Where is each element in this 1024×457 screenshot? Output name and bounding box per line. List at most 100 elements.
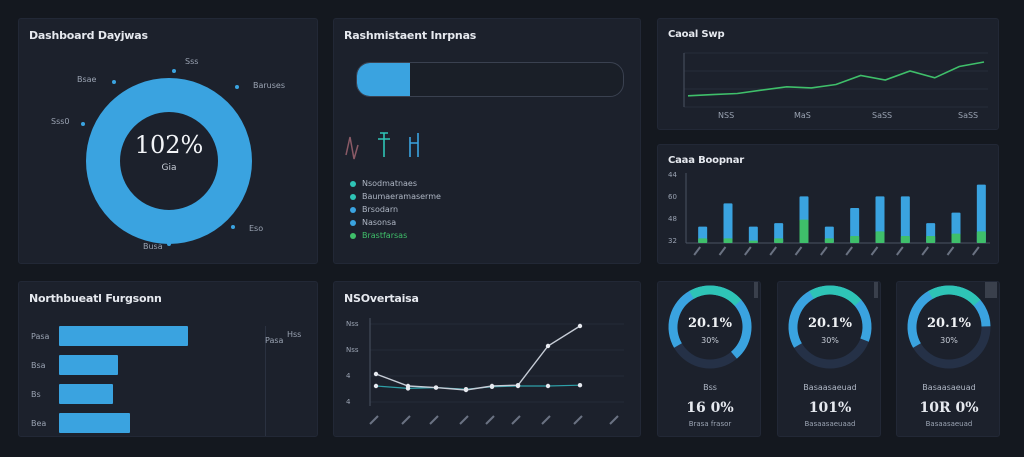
gauge-value: 20.1% [687, 316, 732, 331]
legend-label: Baumaeramaserme [362, 192, 441, 201]
bar-green [723, 238, 733, 243]
donut-center-sub: Gia [161, 163, 177, 173]
line-series-dark-point [373, 371, 379, 377]
bar-green [850, 236, 860, 243]
bar-green [698, 238, 708, 243]
hbar-label: Bea [31, 419, 47, 428]
bar-x-tick-mark [946, 246, 955, 256]
legend-label: Nsodmatnaes [362, 179, 418, 188]
bars-panel: Caaa Boopnar 44 60 48 32 [657, 144, 999, 264]
spark-panel: Caoal Swp NSS MaS SaSS SaSS [657, 18, 999, 130]
line-series-dark-point [463, 387, 469, 393]
bar-green [748, 240, 758, 243]
donut-label-1: Bsae [77, 75, 97, 84]
bars-y-label: 60 [668, 193, 677, 201]
legend-item: Baumaeramaserme [350, 190, 441, 203]
legend-item: Brastfarsas [350, 229, 441, 242]
legend-dot [350, 219, 356, 226]
gauge-big: 16 0% [686, 400, 734, 416]
gauge-label: Bss [703, 383, 717, 392]
gauge-corner-tab [985, 282, 997, 298]
bar-x-tick-mark [896, 246, 904, 256]
dot-2 [172, 69, 176, 73]
gauge-panel: 20.1% 30% Bss 16 0% Brasa frasor [657, 281, 761, 437]
line-x-tick-mark [573, 415, 583, 425]
line-panel: NSOvertaisa Nss Nss 4 4 [333, 281, 641, 437]
legend-item: Nsodmatnaes [350, 177, 441, 190]
donut-label-3: Baruses [253, 81, 286, 90]
legend: Nsodmatnaes Baumaeramaserme Brsodarn Nasons… [350, 177, 441, 242]
bars-chart: 44 60 48 32 [668, 171, 990, 256]
line-x-tick-mark [511, 415, 521, 425]
donut-label-6: Busa [143, 242, 163, 251]
spark-x-label-3: SaSS [872, 111, 893, 120]
bar-green [799, 219, 809, 243]
bar-blue [748, 226, 758, 243]
bar-green [875, 231, 885, 243]
bar-x-tick-mark [921, 246, 929, 256]
hbar-panel-title: Northbueatl Furgsonn [29, 292, 162, 305]
dot-6 [167, 242, 171, 246]
hbar-bar [59, 413, 131, 433]
line-x-tick-mark [485, 415, 495, 425]
donut-label-5: Eso [249, 224, 264, 233]
dot-5 [231, 225, 235, 229]
gauge-sub: 30% [940, 336, 958, 345]
bar-green [824, 238, 834, 243]
line-chart: Nss Nss 4 4 [346, 318, 624, 425]
legend-label: Nasonsa [362, 218, 397, 227]
line-x-tick-mark [541, 415, 551, 425]
line-series-dark-point [515, 383, 521, 388]
hbar-label: Bsa [31, 361, 46, 370]
line-series-light-point [577, 383, 583, 388]
legend-label: Brastfarsas [362, 231, 408, 240]
bar-x-tick-mark [744, 246, 752, 256]
line-y-label: Nss [346, 320, 359, 328]
legend-item: Brsodarn [350, 203, 441, 216]
gauge-big: 10R 0% [919, 400, 979, 416]
bar-x-tick-mark [972, 246, 980, 256]
gauge-value: 20.1% [807, 316, 852, 331]
dot-4 [81, 122, 85, 126]
donut-label-2: Sss [185, 57, 199, 66]
line-series-light-point [373, 383, 379, 389]
figure-icon-teal [378, 132, 390, 157]
bar-x-tick-mark [769, 246, 777, 256]
donut-center-value: 102% [134, 131, 204, 159]
gauge-sub: 30% [701, 336, 719, 345]
line-x-tick-mark [401, 415, 411, 425]
gauge-big: 101% [808, 400, 852, 416]
bar-x-tick-mark [718, 246, 727, 256]
spark-x-label-2: MaS [794, 111, 811, 120]
hbar-bar [59, 384, 114, 404]
bar-green [900, 236, 910, 243]
gauge-caption: Basaasaeuad [925, 420, 973, 428]
gauge-caption: Basaasaeuaad [804, 420, 856, 428]
hbar-side-label-1: Pasa [265, 336, 284, 345]
line-series-dark-point [405, 383, 411, 389]
line-series-dark-point [489, 383, 495, 389]
bar-green [951, 233, 961, 243]
bar-x-tick-mark [845, 246, 853, 256]
legend-dot [350, 193, 356, 200]
pulse-icon [345, 136, 359, 160]
gauge-value: 20.1% [926, 316, 971, 331]
bar-green [976, 231, 986, 243]
line-x-tick-mark [609, 415, 619, 425]
gauge-label: Basaasaeuad [803, 383, 857, 392]
hbar-side-label-2: Hss [287, 330, 302, 339]
legend-item: Nasonsa [350, 216, 441, 229]
bar-x-tick-mark [870, 246, 879, 256]
hbar-bar [59, 326, 188, 346]
spark-x-label-1: NSS [718, 111, 735, 120]
line-series-dark-point [577, 323, 583, 329]
bar-x-tick-mark [794, 246, 803, 256]
bar-green [774, 238, 784, 243]
line-series-light-point [545, 383, 551, 389]
donut-label-4: Sss0 [51, 117, 70, 126]
gauge-label: Basaasaeuad [922, 383, 976, 392]
line-x-tick-mark [429, 415, 439, 425]
line-y-label: Nss [346, 346, 359, 354]
line-y-label: 4 [346, 372, 351, 380]
progress-panel: Rashmistaent Inrpnas Nsodmatnaes Baumaera… [333, 18, 641, 264]
